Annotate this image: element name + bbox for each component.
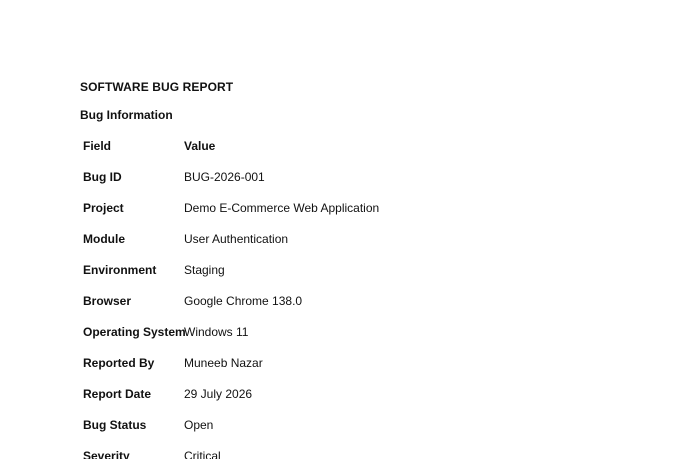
table-row-bug-id: Bug ID BUG-2026-001 (83, 169, 379, 200)
field-label: Bug Status (83, 418, 147, 432)
field-label: Project (83, 201, 124, 215)
field-label: Bug ID (83, 170, 122, 184)
field-value: Critical (184, 449, 221, 459)
field-value: Muneeb Nazar (184, 356, 263, 370)
field-label: Module (83, 232, 125, 246)
field-value: Open (184, 418, 214, 432)
table-row-bug-status: Bug Status Open (83, 417, 379, 448)
table-header-row: Field Value (83, 138, 379, 169)
table-row-severity: Severity Critical (83, 448, 379, 459)
table-row-browser: Browser Google Chrome 138.0 (83, 293, 379, 324)
table-header-field: Field (83, 139, 112, 153)
field-label: Operating System (83, 325, 186, 339)
field-value: User Authentication (184, 232, 289, 246)
table-row-operating-system: Operating System Windows 11 (83, 324, 379, 355)
table-row-project: Project Demo E-Commerce Web Application (83, 200, 379, 231)
table-row-report-date: Report Date 29 July 2026 (83, 386, 379, 417)
field-value: Google Chrome 138.0 (184, 294, 303, 308)
field-value: 29 July 2026 (184, 387, 253, 401)
table-header-value: Value (184, 139, 216, 153)
bug-information-table: Field Value Bug ID BUG-2026-001 Project … (83, 138, 379, 459)
document-title: SOFTWARE BUG REPORT (80, 80, 234, 94)
field-label: Reported By (83, 356, 155, 370)
field-value: Windows 11 (184, 325, 249, 339)
field-value: BUG-2026-001 (184, 170, 265, 184)
field-label: Severity (83, 449, 130, 459)
field-value: Demo E-Commerce Web Application (184, 201, 380, 215)
field-label: Report Date (83, 387, 152, 401)
document-page: SOFTWARE BUG REPORT Bug Information Fiel… (0, 0, 680, 459)
section-heading-bug-information: Bug Information (80, 108, 173, 122)
field-label: Environment (83, 263, 157, 277)
field-label: Browser (83, 294, 132, 308)
table-row-environment: Environment Staging (83, 262, 379, 293)
table-row-module: Module User Authentication (83, 231, 379, 262)
field-value: Staging (184, 263, 225, 277)
table-row-reported-by: Reported By Muneeb Nazar (83, 355, 379, 386)
